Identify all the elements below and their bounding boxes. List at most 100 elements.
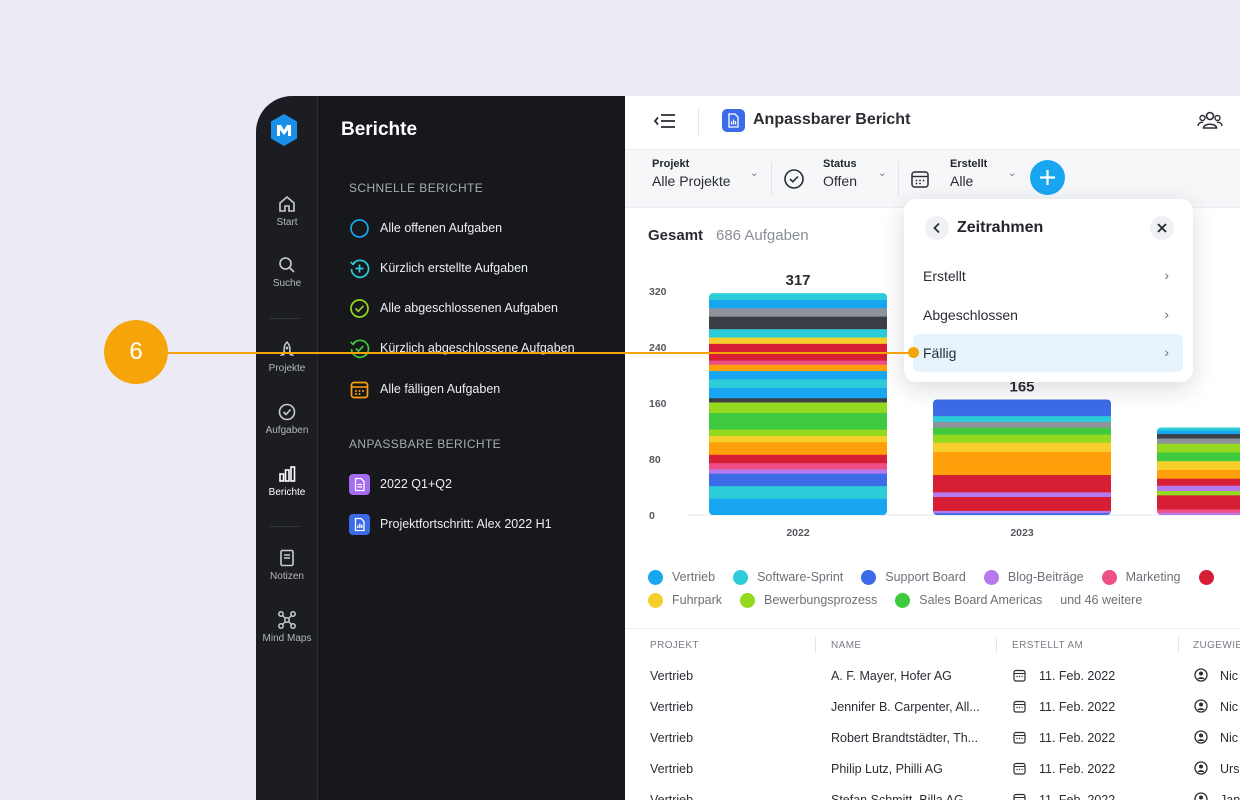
legend-item[interactable]: Vertrieb xyxy=(648,569,716,585)
close-button[interactable] xyxy=(1150,216,1174,240)
quick-report-open[interactable]: Alle offenen Aufgaben xyxy=(349,217,502,239)
cell-assignee: Nic xyxy=(1220,669,1239,683)
bar-segment xyxy=(709,435,887,443)
legend-item[interactable]: Marketing xyxy=(1101,569,1181,585)
project-filter-value: Alle Projekte xyxy=(652,173,731,189)
rail-item-aufgaben[interactable]: Aufgaben xyxy=(256,402,318,436)
bar-segment xyxy=(709,378,887,388)
chevron-left-icon xyxy=(933,222,940,234)
bar-segment xyxy=(1157,478,1240,486)
chevron-right-icon: › xyxy=(1164,267,1169,283)
column-header-name[interactable]: NAME xyxy=(831,640,862,651)
legend-dot xyxy=(648,592,663,608)
calendar-icon xyxy=(1013,793,1026,800)
search-icon xyxy=(279,257,295,273)
callout-badge: 6 xyxy=(104,320,168,384)
calendar-icon xyxy=(1013,669,1026,682)
note-icon xyxy=(280,549,294,567)
rail-item-suche[interactable]: Suche xyxy=(256,255,318,289)
bar-segment xyxy=(709,454,887,464)
header-divider xyxy=(698,109,699,135)
bar-segment xyxy=(1157,452,1240,462)
dropdown-item-label: Abgeschlossen xyxy=(923,307,1018,323)
close-icon xyxy=(1157,223,1167,233)
legend-item[interactable] xyxy=(1198,569,1223,585)
rail-item-mind-maps[interactable]: Mind Maps xyxy=(256,610,318,644)
add-filter-button[interactable] xyxy=(1030,160,1065,195)
legend-item[interactable]: Sales Board Americas xyxy=(895,592,1042,608)
legend-item[interactable]: Blog-Beiträge xyxy=(983,569,1084,585)
table-row[interactable]: Vertrieb A. F. Mayer, Hofer AG 11. Feb. 20… xyxy=(625,660,1240,691)
table-row[interactable]: Vertrieb Robert Brandtstädter, Th... 11. F… xyxy=(625,722,1240,753)
back-button[interactable] xyxy=(925,216,949,240)
bar-segment xyxy=(709,316,887,330)
created-filter-value: Alle xyxy=(950,173,974,189)
dropdown-item-abgeschlossen[interactable]: Abgeschlossen › xyxy=(913,296,1183,334)
avatar-icon xyxy=(1194,668,1208,682)
custom-report-2022-q1-q2[interactable]: 2022 Q1+Q2 xyxy=(349,473,452,495)
cell-name: Robert Brandtstädter, Th... xyxy=(831,731,979,745)
legend-item[interactable]: Bewerbungsprozess xyxy=(740,592,878,608)
table-row[interactable]: Vertrieb Philip Lutz, Philli AG 11. Feb. 2… xyxy=(625,753,1240,784)
rail-label: Suche xyxy=(272,278,302,289)
dropdown-item-erstellt[interactable]: Erstellt › xyxy=(913,257,1183,295)
x-tick-label: 2022 xyxy=(786,527,810,539)
quick-report-completed[interactable]: Alle abgeschlossenen Aufgaben xyxy=(349,297,558,319)
table-row[interactable]: Vertrieb Jennifer B. Carpenter, All... 11.… xyxy=(625,691,1240,722)
column-header-created[interactable]: ERSTELLT AM xyxy=(1012,640,1083,651)
bar-segment xyxy=(1157,443,1240,453)
plus-icon xyxy=(1040,170,1055,185)
cell-created-date: 11. Feb. 2022 xyxy=(1039,669,1116,683)
cell-project: Vertrieb xyxy=(650,793,694,800)
cell-name: Philip Lutz, Philli AG xyxy=(831,762,943,776)
cell-created-date: 11. Feb. 2022 xyxy=(1039,762,1116,776)
bar-segment xyxy=(933,474,1111,493)
rail-item-notizen[interactable]: Notizen xyxy=(256,548,318,582)
bar-segment xyxy=(709,387,887,399)
custom-report-projektfortschritt[interactable]: Projektfortschritt: Alex 2022 H1 xyxy=(349,513,552,535)
legend-item[interactable]: Support Board xyxy=(861,569,966,585)
column-header-assignee[interactable]: ZUGEWIE xyxy=(1193,640,1240,651)
quick-report-due[interactable]: Alle fälligen Aufgaben xyxy=(349,378,500,400)
bar-segment xyxy=(709,412,887,430)
custom-report-label: Projektfortschritt: Alex 2022 H1 xyxy=(380,517,552,531)
column-header-project[interactable]: PROJEKT xyxy=(650,640,699,651)
document-icon xyxy=(349,473,370,495)
bar-segment xyxy=(933,421,1111,428)
filter-divider xyxy=(771,162,772,196)
quick-report-recent-created[interactable]: Kürzlich erstellte Aufgaben xyxy=(349,257,528,279)
legend-more-link[interactable]: und 46 weitere xyxy=(1060,593,1142,607)
users-icon[interactable] xyxy=(1197,109,1223,133)
project-filter-label: Projekt xyxy=(652,158,690,170)
bar-segment xyxy=(1157,485,1240,491)
rail-divider xyxy=(270,526,300,527)
legend-label: Vertrieb xyxy=(672,570,716,584)
rail-label: Start xyxy=(276,217,298,228)
quick-report-recent-completed[interactable]: Kürzlich abgeschlossene Aufgaben xyxy=(349,337,575,359)
bar-segment xyxy=(1157,469,1240,479)
legend-item[interactable]: Software-Sprint xyxy=(733,569,843,585)
calendar-icon xyxy=(350,381,369,398)
dropdown-item-faellig[interactable]: Fällig › xyxy=(913,334,1183,372)
table-row[interactable]: Vertrieb Stefan Schmitt, Billa AG 11. Feb.… xyxy=(625,784,1240,800)
cell-project: Vertrieb xyxy=(650,700,694,714)
rail-item-berichte[interactable]: Berichte xyxy=(256,464,318,498)
legend-label: Bewerbungsprozess xyxy=(764,593,878,607)
cell-created-date: 11. Feb. 2022 xyxy=(1039,731,1116,745)
rail-item-start[interactable]: Start xyxy=(256,194,318,228)
bar-segment xyxy=(709,462,887,470)
cell-created-date: 11. Feb. 2022 xyxy=(1039,793,1116,800)
calendar-icon xyxy=(1013,700,1026,713)
legend-item[interactable]: Fuhrpark xyxy=(648,592,722,608)
legend-label: Marketing xyxy=(1125,570,1181,584)
collapse-sidebar-icon[interactable] xyxy=(653,111,677,131)
bar-segment xyxy=(1157,433,1240,439)
rail-label: Berichte xyxy=(268,487,306,498)
rail-label: Notizen xyxy=(270,571,304,582)
legend-dot xyxy=(983,569,999,585)
report-chart-icon xyxy=(722,109,745,132)
bar-segment xyxy=(709,401,887,413)
calendar-icon xyxy=(911,171,929,188)
bar-segment xyxy=(709,370,887,380)
rail-item-projekte[interactable]: Projekte xyxy=(256,340,318,374)
